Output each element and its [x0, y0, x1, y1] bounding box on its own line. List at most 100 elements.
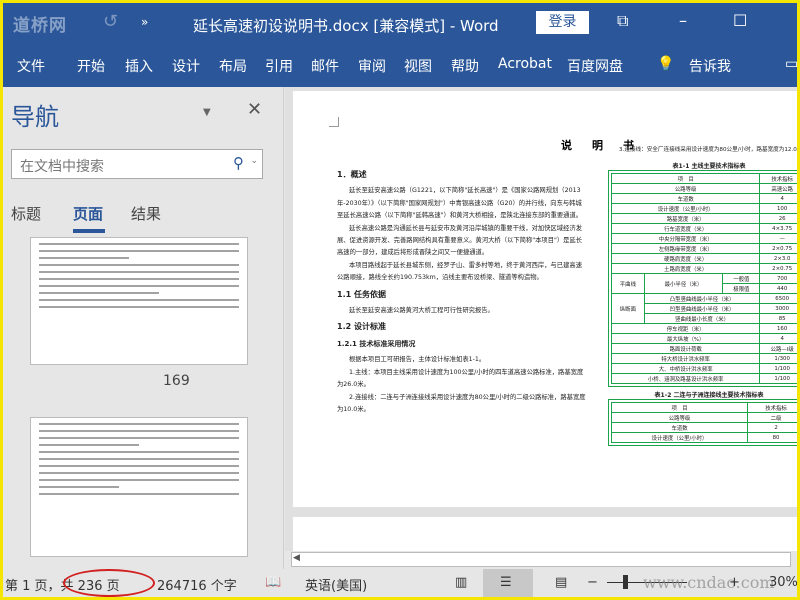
tab-insert[interactable]: 插入	[125, 56, 153, 76]
heading: 1.2.1 技术标准采用情况	[337, 339, 416, 348]
table-cell: 车道数	[610, 422, 749, 433]
right-column: 3.连接线：安全厂连接线采用设计速度为80公里/小时，路基宽度为12.0米。 表…	[608, 145, 797, 446]
table-cell: 项 目	[610, 173, 761, 184]
table-cell: 3000	[759, 303, 797, 314]
table-cell: 大、中桥设计洪水频率	[610, 363, 761, 374]
table-cell: 土路肩宽度（米）	[610, 263, 761, 274]
web-layout-icon[interactable]: ▤	[555, 575, 567, 590]
paragraph: 1.主线：本项目主线采用设计速度为100公里/小时的四车道高速公路标准，路基宽度…	[337, 368, 584, 389]
word-count[interactable]: 264716 个字	[157, 575, 237, 594]
table-cell: 极限值	[722, 283, 761, 294]
table-cell: 公路—I级	[759, 343, 797, 354]
table-cell: 4	[759, 333, 797, 344]
search-icon[interactable]: ⚲	[233, 154, 244, 172]
table-cell: 技术指标	[747, 402, 797, 413]
table-cell: 小桥、涵洞及路基设计洪水频率	[610, 373, 761, 384]
nav-tab-results[interactable]: 结果	[131, 203, 161, 224]
table-cell: 设计速度（公里/小时）	[610, 432, 749, 443]
site-logo-watermark: 道桥网	[13, 16, 67, 36]
tab-baidu-netdisk[interactable]: 百度网盘	[567, 56, 623, 76]
lightbulb-icon[interactable]: 💡	[657, 56, 674, 72]
tab-help[interactable]: 帮助	[451, 56, 479, 76]
word-window: 道桥网 ↺ » 延长高速初设说明书.docx [兼容模式] - Word 登录 …	[3, 3, 797, 597]
table-row: 小桥、涵洞及路基设计洪水频率 1/100	[610, 373, 797, 384]
quick-access-more-icon[interactable]: »	[141, 15, 148, 29]
search-input[interactable]: 在文档中搜索 ⚲ ⌄	[11, 149, 263, 179]
tab-file[interactable]: 文件	[17, 56, 45, 76]
tab-layout[interactable]: 布局	[219, 56, 247, 76]
tab-home[interactable]: 开始	[77, 56, 105, 76]
heading: 1.1 任务依据	[337, 289, 386, 299]
paragraph: 延长至延安高速公路黄河大桥工程可行性研究报告。	[349, 307, 494, 315]
table-cell: 1/100	[759, 373, 797, 384]
table-cell: 路基宽度（米）	[610, 213, 761, 224]
chevron-down-icon[interactable]: ⌄	[250, 156, 258, 166]
table-row: 特大桥设计洪水频率 1/300	[610, 353, 797, 364]
table-row: 路面设计荷载 公路—I级	[610, 343, 797, 354]
maximize-button[interactable]: ☐	[733, 11, 747, 30]
table-row: 车道数 2	[610, 422, 797, 433]
print-layout-icon: ☰	[500, 575, 512, 590]
crop-mark	[329, 117, 339, 127]
tab-tell-me[interactable]: 告诉我	[689, 56, 731, 76]
zoom-out-button[interactable]: −	[587, 575, 598, 590]
table-row: 设计速度（公里/小时） 100	[610, 203, 797, 214]
table-row: 行车道宽度（米） 4×3.75	[610, 223, 797, 234]
table-cell: 26	[759, 213, 797, 224]
table-cell: 平曲线	[611, 273, 645, 294]
paragraph: 2.连接线：二连与子洲连接线采用设计速度为80公里/小时的二级公路标准，路基宽度…	[337, 393, 586, 413]
tab-design[interactable]: 设计	[172, 56, 200, 76]
table-cell: 路面设计荷载	[610, 343, 761, 354]
table-cell: 公路等级	[610, 183, 761, 194]
horizontal-scrollbar[interactable]: ◀	[285, 551, 797, 569]
table-cell: 特大桥设计洪水频率	[610, 353, 761, 364]
table-cell: 中央分隔带宽度（米）	[610, 233, 761, 244]
undo-icon[interactable]: ↺	[103, 11, 118, 32]
nav-tab-headings[interactable]: 标题	[11, 203, 41, 224]
table-row: 车道数 4	[610, 193, 797, 204]
comments-icon[interactable]: ▭	[785, 56, 797, 72]
zoom-slider-handle[interactable]	[623, 575, 628, 589]
proofing-icon[interactable]: 📖	[265, 575, 281, 590]
page-thumbnail[interactable]	[30, 417, 248, 557]
scroll-left-icon[interactable]: ◀	[293, 553, 300, 563]
table-cell: 竖曲线最小长度（米）	[643, 313, 761, 324]
tab-review[interactable]: 审阅	[358, 56, 386, 76]
login-button[interactable]: 登录	[536, 11, 589, 34]
read-mode-icon[interactable]: ▥	[455, 575, 467, 590]
tab-references[interactable]: 引用	[265, 56, 293, 76]
table-row: 中央分隔带宽度（米） —	[610, 233, 797, 244]
table-cell: 技术指标	[759, 173, 797, 184]
table-cell: 设计速度（公里/小时）	[610, 203, 761, 214]
table-row: 设计速度（公里/小时） 80	[610, 432, 797, 443]
table-cell: 6500	[759, 293, 797, 304]
table-row: 最大纵坡（%） 4	[610, 333, 797, 344]
nav-options-dropdown-icon[interactable]: ▼	[203, 107, 211, 118]
active-tab-indicator	[73, 229, 105, 233]
table-cell: 85	[759, 313, 797, 324]
close-nav-icon[interactable]: ✕	[247, 99, 262, 120]
document-page[interactable]: 说明书 1．概述 延长至延安高速公路（G1221，以下简称"延长高速"）是《国家…	[293, 91, 797, 507]
table-cell: 1/100	[759, 363, 797, 374]
table-cell: 行车道宽度（米）	[610, 223, 761, 234]
minimize-button[interactable]: –	[679, 11, 687, 30]
table-row: 大、中桥设计洪水频率 1/100	[610, 363, 797, 374]
language[interactable]: 英语(美国)	[305, 575, 367, 594]
left-column: 1．概述 延长至延安高速公路（G1221，以下简称"延长高速"）是《国家公路网规…	[337, 165, 587, 416]
table-cell: 160	[759, 323, 797, 334]
document-area[interactable]: 说明书 1．概述 延长至延安高速公路（G1221，以下简称"延长高速"）是《国家…	[285, 87, 797, 557]
zoom-in-button[interactable]: +	[729, 575, 740, 590]
table-row: 公路等级 高速公路	[610, 183, 797, 194]
table-cell: 4×3.75	[759, 223, 797, 234]
paragraph: 延长高速公路是沟通延长县与延安市及黄河沿岸城镇的重要干线，对加快区域经济发展、促…	[337, 224, 583, 257]
table-cell: 4	[759, 193, 797, 204]
zoom-level[interactable]: 30%	[769, 575, 797, 590]
tab-acrobat[interactable]: Acrobat	[498, 56, 552, 72]
ribbon-display-options-icon[interactable]: ⧉	[617, 11, 628, 31]
nav-tab-pages[interactable]: 页面	[73, 203, 103, 224]
tab-view[interactable]: 视图	[404, 56, 432, 76]
page-thumbnail[interactable]	[30, 237, 248, 365]
table-cell: 最大纵坡（%）	[610, 333, 761, 344]
table-cell: 700	[759, 273, 797, 284]
tab-mailings[interactable]: 邮件	[311, 56, 339, 76]
